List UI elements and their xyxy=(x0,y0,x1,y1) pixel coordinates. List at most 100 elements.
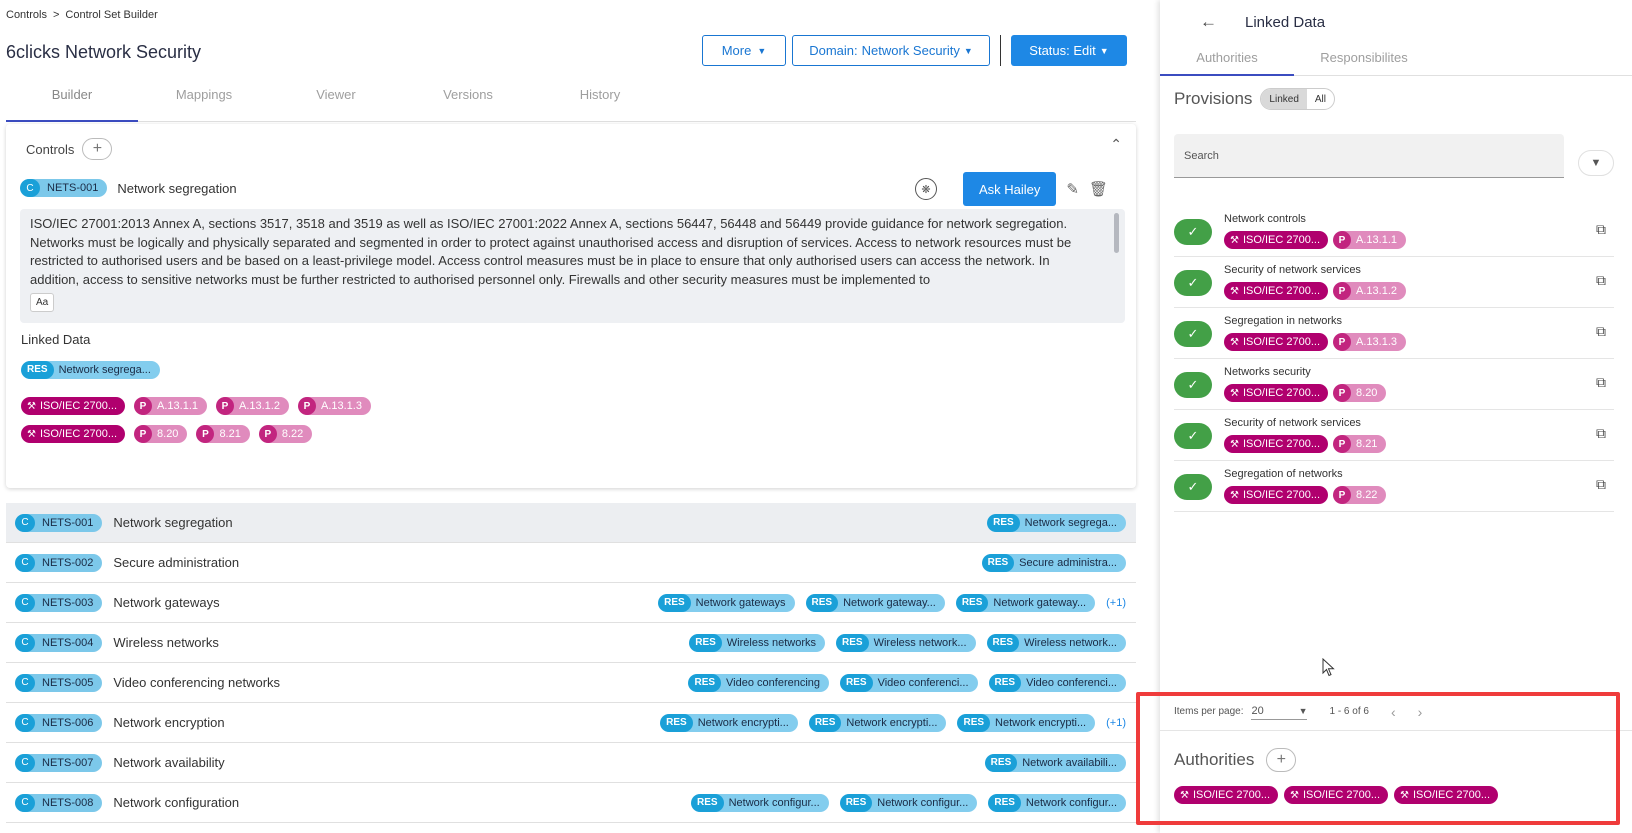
table-row[interactable]: C NETS-001 Network segregation RES Network s… xyxy=(6,503,1136,543)
external-link-icon[interactable]: ⧉ xyxy=(1596,323,1606,340)
description-scrollbar[interactable] xyxy=(1114,213,1119,253)
tab-responsibilities[interactable]: Responsibilites xyxy=(1294,44,1434,75)
table-row[interactable]: C NETS-002 Secure administration RES Secure … xyxy=(6,543,1136,583)
tab-history[interactable]: History xyxy=(534,82,666,121)
check-toggle[interactable]: ✓ xyxy=(1174,270,1212,296)
items-per-page-select[interactable]: 20 ▼ xyxy=(1251,703,1308,720)
res-chip[interactable]: RES Network configur... xyxy=(691,793,829,812)
control-chip[interactable]: C NETS-007 xyxy=(15,753,103,772)
provision-chip[interactable]: P A.13.1.2 xyxy=(216,397,289,415)
table-row[interactable]: C NETS-007 Network availability RES Network … xyxy=(6,743,1136,783)
search-input[interactable] xyxy=(1174,134,1564,177)
provision-chip[interactable]: P A.13.1.3 xyxy=(1333,333,1406,351)
text-format-button[interactable]: Aa xyxy=(30,293,55,312)
next-page-button[interactable]: › xyxy=(1418,704,1423,720)
external-link-icon[interactable]: ⧉ xyxy=(1596,374,1606,391)
chevron-up-icon[interactable]: ⌃ xyxy=(1110,136,1122,153)
check-toggle[interactable]: ✓ xyxy=(1174,372,1212,398)
add-control-button[interactable]: + xyxy=(82,138,113,160)
res-chip[interactable]: RES Network gateway... xyxy=(955,593,1096,612)
tab-builder[interactable]: Builder xyxy=(6,82,138,122)
table-row[interactable]: C NETS-006 Network encryption RES Network en… xyxy=(6,703,1136,743)
authority-chip[interactable]: ⚒ ISO/IEC 2700... xyxy=(21,425,126,443)
external-link-icon[interactable]: ⧉ xyxy=(1596,476,1606,493)
trash-icon[interactable]: 🗑 xyxy=(1089,180,1108,198)
res-chip[interactable]: RES Network segrega... xyxy=(21,360,160,379)
prev-page-button[interactable]: ‹ xyxy=(1391,704,1396,720)
authority-chip[interactable]: ⚒ ISO/IEC 2700... xyxy=(1224,333,1329,351)
res-chip[interactable]: RES Wireless network... xyxy=(836,633,976,652)
res-chip[interactable]: RES Network encrypti... xyxy=(957,713,1096,732)
control-chip[interactable]: C NETS-005 xyxy=(15,673,103,692)
provision-chip[interactable]: P A.13.1.2 xyxy=(1333,282,1406,300)
provision-chip[interactable]: P 8.20 xyxy=(1333,384,1387,402)
provision-chip[interactable]: P A.13.1.3 xyxy=(297,397,371,415)
res-chip[interactable]: RES Secure administra... xyxy=(981,553,1126,572)
provision-chip[interactable]: P 8.21 xyxy=(196,425,250,443)
external-link-icon[interactable]: ⧉ xyxy=(1596,221,1606,238)
more-count[interactable]: (+1) xyxy=(1106,597,1126,609)
res-chip[interactable]: RES Network segrega... xyxy=(987,513,1126,532)
tab-versions[interactable]: Versions xyxy=(402,82,534,121)
table-row[interactable]: C NETS-004 Wireless networks RES Wireless ne… xyxy=(6,623,1136,663)
res-chip[interactable]: RES Network configur... xyxy=(988,793,1126,812)
control-chip[interactable]: C NETS-001 xyxy=(15,513,103,532)
toggle-all[interactable]: All xyxy=(1307,89,1334,109)
status-button[interactable]: Status: Edit ▼ xyxy=(1011,35,1127,66)
authority-chip[interactable]: ⚒ ISO/IEC 2700... xyxy=(1224,282,1329,300)
control-chip[interactable]: C NETS-006 xyxy=(15,713,103,732)
res-chip[interactable]: RES Network gateways xyxy=(658,593,795,612)
edit-pencil-icon[interactable]: ✎ xyxy=(1066,180,1079,198)
toggle-linked[interactable]: Linked xyxy=(1261,89,1307,109)
res-chip[interactable]: RES Network configur... xyxy=(839,793,978,812)
control-chip[interactable]: C NETS-002 xyxy=(15,553,103,572)
authority-chip[interactable]: ⚒ ISO/IEC 2700... xyxy=(1174,786,1279,804)
authority-chip[interactable]: ⚒ ISO/IEC 2700... xyxy=(1224,486,1329,504)
authority-chip[interactable]: ⚒ ISO/IEC 2700... xyxy=(1284,786,1389,804)
provision-chip[interactable]: P A.13.1.1 xyxy=(1333,231,1406,249)
external-link-icon[interactable]: ⧉ xyxy=(1596,272,1606,289)
res-chip[interactable]: RES Wireless network... xyxy=(986,633,1126,652)
control-description[interactable]: ISO/IEC 27001:2013 Annex A, sections 351… xyxy=(30,215,1115,289)
add-authority-button[interactable]: + xyxy=(1266,748,1297,772)
breadcrumb-root[interactable]: Controls xyxy=(6,9,47,21)
check-toggle[interactable]: ✓ xyxy=(1174,219,1212,245)
ask-hailey-button[interactable]: Ask Hailey xyxy=(962,172,1057,206)
authority-chip[interactable]: ⚒ ISO/IEC 2700... xyxy=(21,397,126,415)
provision-chip[interactable]: P A.13.1.1 xyxy=(134,397,207,415)
table-row[interactable]: C NETS-003 Network gateways RES Network gate… xyxy=(6,583,1136,623)
res-chip[interactable]: RES Video conferenci... xyxy=(840,673,978,692)
description-box[interactable]: ISO/IEC 27001:2013 Annex A, sections 351… xyxy=(20,209,1125,323)
res-chip[interactable]: RES Network encrypti... xyxy=(808,713,947,732)
res-chip[interactable]: RES Wireless networks xyxy=(689,633,826,652)
check-toggle[interactable]: ✓ xyxy=(1174,474,1212,500)
authority-chip[interactable]: ⚒ ISO/IEC 2700... xyxy=(1224,384,1329,402)
control-chip[interactable]: C NETS-003 xyxy=(15,593,103,612)
authority-chip[interactable]: ⚒ ISO/IEC 2700... xyxy=(1224,231,1329,249)
ai-brain-icon[interactable]: ❋ xyxy=(914,178,937,200)
tab-mappings[interactable]: Mappings xyxy=(138,82,270,121)
provision-chip[interactable]: P 8.22 xyxy=(1333,486,1387,504)
more-count[interactable]: (+1) xyxy=(1106,717,1126,729)
provision-chip[interactable]: P 8.21 xyxy=(1333,435,1387,453)
control-chip[interactable]: C NETS-004 xyxy=(15,633,103,652)
provision-chip[interactable]: P 8.22 xyxy=(258,425,313,443)
provision-chip[interactable]: P 8.20 xyxy=(134,425,188,443)
control-chip[interactable]: C NETS-008 xyxy=(15,793,103,812)
check-toggle[interactable]: ✓ xyxy=(1174,321,1212,347)
domain-button[interactable]: Domain: Network Security ▼ xyxy=(792,35,990,66)
res-chip[interactable]: RES Video conferenci... xyxy=(988,673,1126,692)
res-chip[interactable]: RES Video conferencing xyxy=(688,673,830,692)
filter-button[interactable]: ▼ xyxy=(1578,150,1614,176)
authority-chip[interactable]: ⚒ ISO/IEC 2700... xyxy=(1394,786,1499,804)
tab-viewer[interactable]: Viewer xyxy=(270,82,402,121)
control-chip[interactable]: C NETS-001 xyxy=(20,179,108,197)
tab-authorities[interactable]: Authorities xyxy=(1160,44,1294,76)
back-arrow-icon[interactable]: ← xyxy=(1200,12,1217,32)
external-link-icon[interactable]: ⧉ xyxy=(1596,425,1606,442)
table-row[interactable]: C NETS-005 Video conferencing networks RES V… xyxy=(6,663,1136,703)
res-chip[interactable]: RES Network encrypti... xyxy=(660,713,798,732)
table-row[interactable]: C NETS-008 Network configuration RES Network… xyxy=(6,783,1136,823)
more-button[interactable]: More ▼ xyxy=(702,35,786,66)
authority-chip[interactable]: ⚒ ISO/IEC 2700... xyxy=(1224,435,1329,453)
